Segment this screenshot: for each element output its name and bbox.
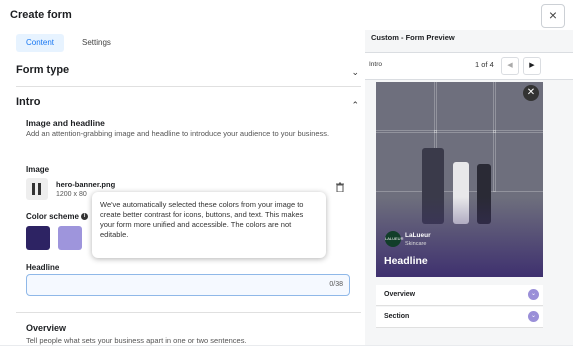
dialog-title: Create form (10, 9, 72, 21)
image-headline-title: Image and headline (26, 118, 105, 128)
divider (16, 312, 361, 313)
chevron-up-icon[interactable]: ⌃ (351, 100, 359, 111)
tab-content[interactable]: Content (16, 34, 65, 52)
divider (16, 86, 361, 87)
intro-section-header[interactable]: Intro ⌃ (0, 90, 365, 114)
intro-heading: Intro (16, 96, 41, 108)
close-icon[interactable]: ✕ (523, 85, 539, 101)
image-thumbnail (26, 178, 48, 200)
accordion-label: Overview (384, 291, 416, 298)
preview-accordion-section[interactable]: Section ⌄ (376, 307, 543, 328)
info-icon[interactable]: i (80, 213, 88, 221)
close-icon[interactable]: × (541, 4, 565, 28)
brand-category: Skincare (405, 241, 427, 247)
file-size: 1200 x 80 (56, 191, 87, 198)
color-scheme-label: Color scheme i (26, 212, 88, 221)
tab-settings[interactable]: Settings (72, 34, 121, 52)
preview-hero-image: ✕ LALUEUR LaLueur Skincare Headline (376, 82, 543, 277)
preview-accordion-overview[interactable]: Overview ⌄ (376, 285, 543, 306)
preview-pager: Intro 1 of 4 ◀ ▶ (365, 52, 573, 80)
wall-tile (493, 130, 543, 192)
accordion-label: Section (384, 313, 410, 320)
form-editor-panel: Content Settings Form type ⌄ Intro ⌃ Ima… (0, 30, 365, 345)
overview-heading: Overview (26, 323, 67, 333)
wall-tile (434, 82, 496, 133)
color-scheme-tooltip: We've automatically selected these color… (92, 192, 326, 258)
dialog-header: Create form × (0, 0, 573, 31)
form-preview-panel: Custom - Form Preview Intro 1 of 4 ◀ ▶ ✕… (365, 30, 573, 345)
wall-tile (376, 82, 437, 133)
color-swatch-primary (26, 226, 50, 250)
chevron-down-icon[interactable]: ⌄ (351, 67, 359, 78)
create-form-dialog: Create form × Content Settings Form type… (0, 0, 573, 345)
file-name: hero-banner.png (56, 180, 116, 189)
preview-title: Custom - Form Preview (371, 33, 455, 42)
prev-page-icon[interactable]: ◀ (501, 57, 519, 75)
preview-headline: Headline (384, 255, 428, 267)
preview-page-count: 1 of 4 (475, 60, 494, 69)
color-swatch-secondary (58, 226, 82, 250)
preview-step-label: Intro (369, 61, 383, 68)
trash-icon[interactable] (333, 182, 347, 196)
brand-logo: LALUEUR (385, 231, 403, 247)
headline-label: Headline (26, 263, 60, 272)
brand-name: LaLueur (405, 232, 431, 239)
chevron-down-icon: ⌄ (528, 311, 539, 322)
image-label: Image (26, 165, 50, 174)
image-headline-description: Add an attention-grabbing image and head… (26, 129, 330, 138)
headline-char-counter: 0/38 (329, 281, 343, 288)
form-type-section[interactable]: Form type ⌄ (0, 60, 365, 84)
headline-input[interactable]: 0/38 (26, 274, 350, 296)
color-scheme-text: Color scheme (26, 212, 79, 221)
chevron-down-icon: ⌄ (528, 289, 539, 300)
form-type-heading: Form type (16, 64, 70, 76)
next-page-icon[interactable]: ▶ (523, 57, 541, 75)
